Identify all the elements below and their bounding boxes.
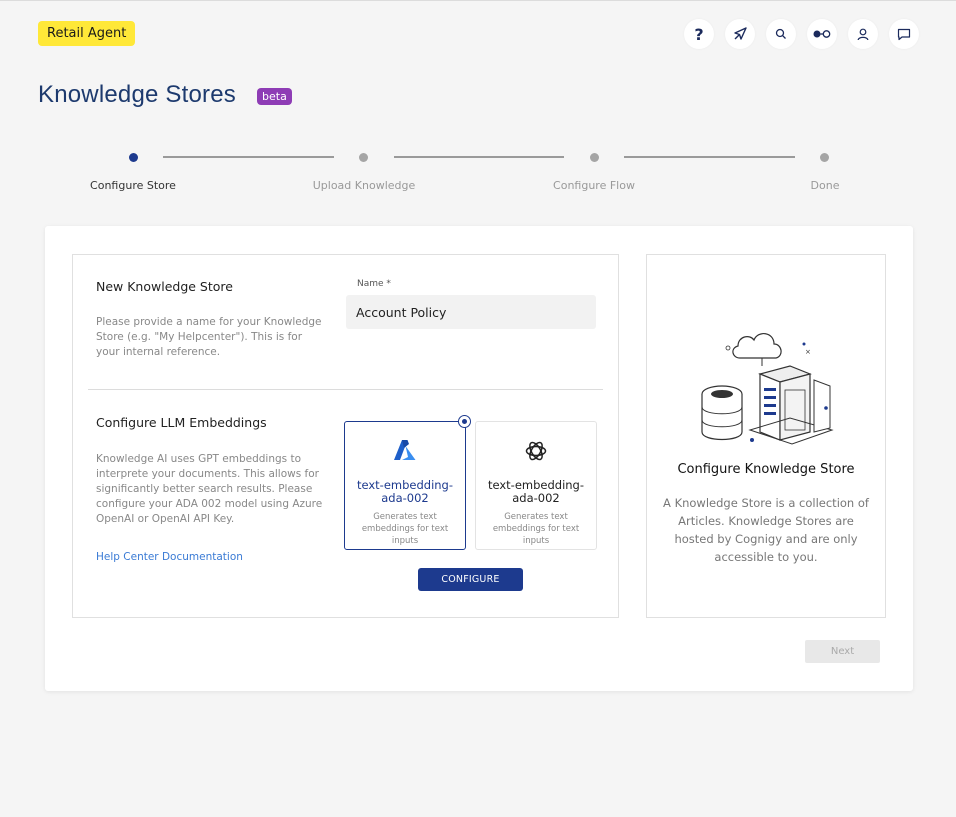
new-store-title: New Knowledge Store <box>96 279 233 294</box>
flow-toggle-icon <box>813 30 831 38</box>
step-label-configure-store: Configure Store <box>90 179 176 192</box>
compass-icon <box>734 27 747 40</box>
step-label-done: Done <box>810 179 840 192</box>
azure-embedding-option[interactable]: text-embedding-ada-002 Generates text em… <box>344 415 471 550</box>
section-divider <box>88 389 603 390</box>
info-panel: × Configure Knowledge Store A Knowledge … <box>646 254 886 618</box>
azure-icon <box>394 440 416 460</box>
search-button[interactable] <box>766 19 796 49</box>
step-dot-configure-flow <box>590 153 599 162</box>
configure-button[interactable]: CONFIGURE <box>418 568 523 591</box>
embedding-model-title: text-embedding-ada-002 <box>356 478 454 505</box>
step-label-upload-knowledge: Upload Knowledge <box>312 179 416 192</box>
page-title: Knowledge Stores <box>38 81 236 108</box>
user-icon <box>857 28 869 40</box>
step-connector <box>163 156 334 158</box>
top-toolbar: ? <box>684 19 919 49</box>
llm-embeddings-description: Knowledge AI uses GPT embeddings to inte… <box>96 453 323 525</box>
step-connector <box>624 156 795 158</box>
help-icon: ? <box>694 24 704 44</box>
store-form-panel: New Knowledge Store Please provide a nam… <box>72 254 619 618</box>
step-dot-upload-knowledge <box>359 153 368 162</box>
stepper: Configure Store Upload Knowledge Configu… <box>0 151 956 201</box>
agent-badge[interactable]: Retail Agent <box>38 21 136 46</box>
openai-icon <box>525 441 547 461</box>
step-label-configure-flow: Configure Flow <box>553 179 635 192</box>
knowledge-store-illustration: × <box>701 333 834 445</box>
user-button[interactable] <box>848 19 878 49</box>
step-dot-done <box>820 153 829 162</box>
chat-icon <box>897 28 911 40</box>
selected-radio[interactable] <box>458 415 471 428</box>
embedding-model-title: text-embedding-ada-002 <box>487 478 585 505</box>
next-button[interactable]: Next <box>805 640 880 663</box>
name-input[interactable] <box>346 295 596 329</box>
info-panel-title: Configure Knowledge Store <box>677 462 855 477</box>
svg-text:×: × <box>805 348 811 356</box>
flow-toggle-button[interactable] <box>807 19 837 49</box>
search-icon <box>775 28 786 39</box>
help-button[interactable]: ? <box>684 19 714 49</box>
new-store-description: Please provide a name for your Knowledge… <box>96 316 322 358</box>
name-field-label: Name * <box>357 279 391 289</box>
step-dot-configure-store <box>129 153 138 162</box>
llm-embeddings-title: Configure LLM Embeddings <box>96 415 267 430</box>
info-panel-description: A Knowledge Store is a collection of Art… <box>663 496 869 564</box>
help-center-link[interactable]: Help Center Documentation <box>96 551 243 563</box>
embedding-model-subtitle: Generates text embeddings for text input… <box>361 512 449 546</box>
openai-embedding-option[interactable]: text-embedding-ada-002 Generates text em… <box>475 421 597 550</box>
beta-badge: beta <box>257 88 292 105</box>
embedding-model-subtitle: Generates text embeddings for text input… <box>492 512 580 546</box>
wizard-card: New Knowledge Store Please provide a nam… <box>45 226 913 691</box>
step-connector <box>394 156 564 158</box>
chat-button[interactable] <box>889 19 919 49</box>
explore-button[interactable] <box>725 19 755 49</box>
